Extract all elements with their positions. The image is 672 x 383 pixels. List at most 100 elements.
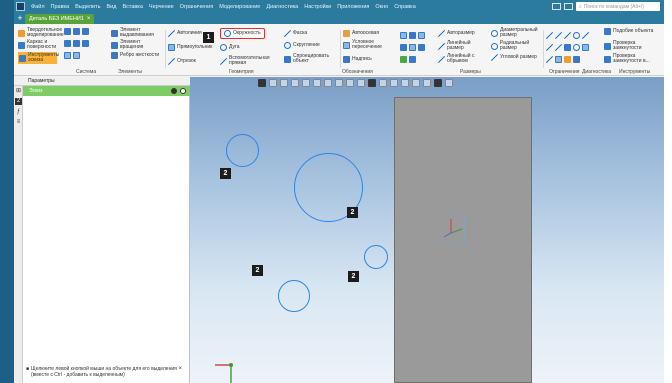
command-search[interactable]: ⌕ Поиск по командам (Alt+/) [576, 2, 660, 11]
text-button[interactable]: Надпись [343, 56, 372, 63]
linear-break-button[interactable]: Линейный с обрывом [438, 53, 481, 64]
list-icon[interactable]: ≡ [15, 119, 22, 126]
sketch-circle[interactable] [364, 245, 388, 269]
orientation-icon[interactable] [302, 79, 310, 87]
save-button[interactable] [64, 40, 89, 47]
hide-icon[interactable] [423, 79, 431, 87]
group-label-designations[interactable]: Обозначения [342, 69, 373, 75]
intersection-button[interactable]: Условное пересечение [343, 39, 388, 50]
new-file-button[interactable] [64, 28, 89, 35]
axis-z [443, 232, 452, 238]
menu-help[interactable]: Справка [391, 4, 419, 10]
linear-size-button[interactable]: Линейный размер [438, 40, 481, 51]
cursor-icon[interactable] [445, 79, 453, 87]
menu-edit[interactable]: Правка [48, 4, 73, 10]
surfaces-button[interactable]: Каркас и поверхности [18, 39, 57, 50]
group-label-tools[interactable]: Инструменты [619, 69, 650, 75]
check-closed-button[interactable]: Проверка замкнутости [604, 40, 657, 51]
marks-row-2[interactable] [400, 44, 425, 51]
menu-modeling[interactable]: Моделирование [216, 4, 263, 10]
autoline-button[interactable]: Автолиния [168, 30, 202, 37]
zoom-fit-icon[interactable] [258, 79, 266, 87]
zoom-icon[interactable] [291, 79, 299, 87]
visibility-icon[interactable] [171, 88, 177, 94]
tolerance-icon [400, 44, 407, 51]
marks-row-1[interactable] [400, 32, 425, 39]
menu-file[interactable]: Файл [28, 4, 48, 10]
layers-icon[interactable] [412, 79, 420, 87]
filter-icon[interactable] [434, 79, 442, 87]
rib-button[interactable]: Ребро жесткости [111, 52, 160, 59]
sketch-tools-button[interactable]: Инструменты эскиза [18, 52, 59, 65]
circle-button[interactable]: Окружность [220, 28, 265, 39]
project-button[interactable]: Спроецировать объект [284, 53, 333, 64]
extrude-button[interactable]: Элемент выдавливания [111, 27, 160, 38]
autosize-button[interactable]: Авторазмер [438, 30, 475, 37]
tab-document[interactable]: Деталь БЕЗ ИМЕНИ1 × [25, 14, 95, 24]
marks-row-3[interactable] [400, 56, 416, 63]
snap-icon[interactable] [390, 79, 398, 87]
radial-label: Радиальный размер [500, 40, 530, 52]
autoaxis-button[interactable]: Автоосевая [343, 30, 379, 37]
panels-button[interactable] [564, 3, 573, 10]
settings-icon[interactable] [379, 79, 387, 87]
menu-diagnostics[interactable]: Диагностика [263, 4, 301, 10]
magnify-icon[interactable] [335, 79, 343, 87]
group-label-elements[interactable]: Элементы [118, 69, 142, 75]
close-tab-icon[interactable]: × [87, 16, 91, 22]
aux-line-label: Вспомогательная прямая [229, 55, 270, 67]
parameters-icon[interactable]: 2 [15, 98, 22, 105]
aux-line-button[interactable]: Вспомогательная прямая [220, 55, 270, 67]
radial-size-button[interactable]: Радиальный размер [491, 40, 538, 52]
light-icon[interactable] [357, 79, 365, 87]
rectangle-button[interactable]: Прямоугольник [168, 44, 212, 51]
formula-icon[interactable]: ƒ [15, 109, 22, 116]
group-label-sizes[interactable]: Размеры [460, 69, 481, 75]
check-closed-more-button[interactable]: Проверка замкнутости в... [604, 53, 657, 64]
hint-close-icon[interactable]: × [178, 366, 182, 372]
fillet-button[interactable]: Скругление [284, 42, 320, 49]
grid-icon[interactable] [401, 79, 409, 87]
pan-icon[interactable] [280, 79, 288, 87]
ribbon-sizes-b: Диаметральный размер Радиальный размер У… [491, 27, 541, 68]
constraints-row-1[interactable] [546, 32, 589, 39]
render-icon[interactable] [368, 79, 376, 87]
menu-insert[interactable]: Вставка [119, 4, 145, 10]
section-icon[interactable] [313, 79, 321, 87]
menu-view[interactable]: Вид [104, 4, 120, 10]
arc-button[interactable]: Дуга [220, 44, 240, 51]
tree-item-sketch[interactable]: Эскиз [23, 86, 190, 96]
group-label-geometry[interactable]: Геометрия [229, 69, 254, 75]
sketch-circle[interactable] [278, 280, 310, 312]
new-document-button[interactable]: + [15, 14, 25, 24]
ruler-icon[interactable] [324, 79, 332, 87]
display-mode-icon[interactable] [346, 79, 354, 87]
graphics-viewport[interactable] [190, 77, 664, 383]
group-label-constraints[interactable]: Ограничения [549, 69, 579, 75]
sketch-circle[interactable] [226, 134, 259, 167]
rotate-icon[interactable] [269, 79, 277, 87]
group-label-system[interactable]: Система [76, 69, 96, 75]
app-logo-icon[interactable] [16, 2, 25, 11]
menu-constraints[interactable]: Ограничения [177, 4, 217, 10]
undo-button[interactable] [64, 52, 80, 59]
chamfer-button[interactable]: Фаска [284, 30, 307, 37]
revolve-button[interactable]: Элемент вращения [111, 39, 160, 50]
more-icon[interactable] [180, 88, 186, 94]
solid-modeling-button[interactable]: Твердотельное моделирование [18, 27, 64, 38]
constraints-row-3[interactable] [546, 56, 580, 63]
constraints-row-2[interactable] [546, 44, 589, 51]
angle-size-button[interactable]: Угловой размер [491, 54, 538, 61]
tree-icon[interactable]: ⊞ [15, 88, 22, 95]
menu-drawing[interactable]: Черчение [146, 4, 177, 10]
menu-settings[interactable]: Настройки [301, 4, 334, 10]
menu-window[interactable]: Окно [372, 4, 391, 10]
diameter-size-button[interactable]: Диаметральный размер [491, 27, 538, 38]
menu-select[interactable]: Выделить [72, 4, 103, 10]
similar-object-button[interactable]: Подобие объекта [604, 28, 657, 35]
menu-apps[interactable]: Приложения [334, 4, 372, 10]
hatch-icon [418, 44, 425, 51]
group-label-diagnostics[interactable]: Диагностика [582, 69, 611, 75]
segment-button[interactable]: Отрезок [168, 58, 196, 65]
layout-button[interactable] [552, 3, 561, 10]
